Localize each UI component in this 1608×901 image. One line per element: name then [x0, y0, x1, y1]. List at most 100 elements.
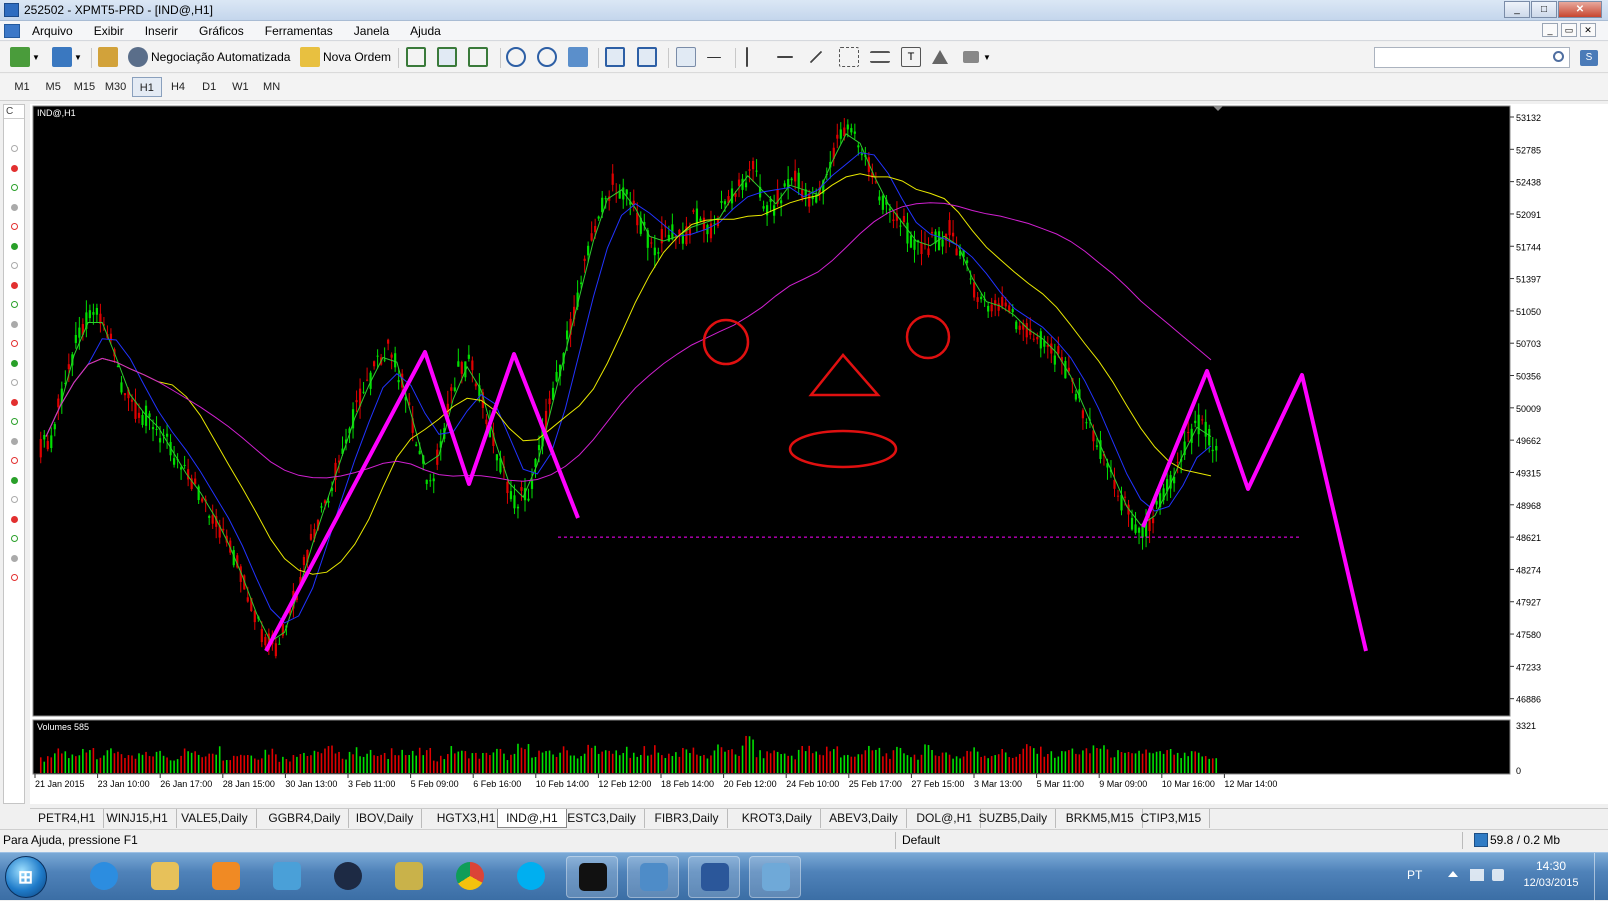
channels-button[interactable] [870, 46, 890, 68]
text-tool-button[interactable]: T [901, 46, 921, 68]
media-player-taskbar-button[interactable] [200, 856, 252, 898]
timeframe-w1[interactable]: W1 [225, 77, 255, 97]
price-chart[interactable]: 53132 52785 52438 52091 51744 51397 51050 50703… [30, 104, 1608, 804]
menu-item-ajuda[interactable]: Ajuda [410, 24, 441, 38]
show-desktop-button[interactable] [1594, 853, 1608, 901]
object-marker[interactable] [11, 554, 18, 562]
timeframe-h1[interactable]: H1 [131, 77, 162, 97]
object-marker[interactable] [11, 262, 18, 269]
bar-chart-button[interactable] [406, 46, 426, 68]
new-chart-button[interactable]: ▼ [10, 46, 40, 68]
menu-item-inserir[interactable]: Inserir [145, 24, 178, 38]
object-marker[interactable] [11, 242, 18, 250]
search-icon[interactable] [1553, 51, 1564, 62]
timeframe-mn[interactable]: MN [257, 77, 287, 97]
mdi-restore-button[interactable]: ▭ [1561, 23, 1577, 37]
close-button[interactable]: ✕ [1558, 1, 1602, 18]
trend-line-button[interactable] [808, 46, 824, 68]
chart-tab[interactable]: ESTC3,Daily [559, 809, 645, 828]
profiles-button[interactable]: ▼ [52, 46, 82, 68]
shapes-button[interactable] [932, 46, 948, 68]
chart-tab[interactable]: CTIP3,M15 [1133, 809, 1211, 828]
chart-shift-button[interactable] [637, 46, 657, 68]
chrome-taskbar-button[interactable] [444, 856, 496, 898]
image-viewer-taskbar-button[interactable] [749, 856, 801, 898]
line-chart-button[interactable] [468, 46, 488, 68]
chart-tab[interactable]: PETR4,H1 [30, 809, 105, 828]
start-button[interactable]: ⊞ [5, 856, 47, 898]
word-taskbar-button[interactable] [688, 856, 740, 898]
object-marker[interactable] [11, 418, 18, 425]
object-marker[interactable] [11, 164, 18, 172]
candlestick-button[interactable] [437, 46, 457, 68]
chart-window[interactable]: 53132 52785 52438 52091 51744 51397 51050 50703… [30, 104, 1608, 804]
timeframe-h4[interactable]: H4 [163, 77, 193, 97]
archive-taskbar-button[interactable] [383, 856, 435, 898]
menu-item-janela[interactable]: Janela [354, 24, 389, 38]
auto-trading-button[interactable]: Negociação Automatizada [128, 46, 290, 68]
menu-item-gráficos[interactable]: Gráficos [199, 24, 244, 38]
object-marker[interactable] [11, 223, 18, 230]
skype-taskbar-button[interactable] [505, 856, 557, 898]
horizontal-line-button[interactable] [777, 46, 793, 68]
clock-time[interactable]: 14:30 [1516, 859, 1586, 873]
auto-scroll-button[interactable] [605, 46, 625, 68]
ie-taskbar-button[interactable] [78, 856, 130, 898]
minimize-button[interactable]: _ [1504, 1, 1530, 18]
chart-tab[interactable]: ABEV3,Daily [821, 809, 907, 828]
menu-item-ferramentas[interactable]: Ferramentas [265, 24, 333, 38]
chart-tab[interactable]: FIBR3,Daily [647, 809, 728, 828]
explorer-taskbar-button[interactable] [139, 856, 191, 898]
object-marker[interactable] [11, 535, 18, 542]
signals-button[interactable]: S [1580, 50, 1598, 66]
object-marker[interactable] [11, 379, 18, 386]
menu-item-arquivo[interactable]: Arquivo [32, 24, 73, 38]
timeframe-m15[interactable]: M15 [69, 77, 99, 97]
timeframe-d1[interactable]: D1 [194, 77, 224, 97]
timeframe-m30[interactable]: M30 [101, 77, 131, 97]
chart-tab[interactable]: WINJ15,H1 [98, 809, 177, 828]
volume-icon[interactable] [1492, 869, 1504, 881]
object-marker[interactable] [11, 320, 18, 328]
zoom-out-button[interactable] [537, 46, 557, 68]
search-input[interactable] [1378, 49, 1548, 67]
crosshair-button[interactable] [707, 46, 721, 68]
show-hidden-icons[interactable] [1448, 871, 1458, 877]
chart-window-icon[interactable] [4, 24, 20, 38]
language-indicator[interactable]: PT [1407, 868, 1422, 882]
object-marker[interactable] [11, 398, 18, 406]
tile-windows-button[interactable] [568, 46, 588, 68]
xp-taskbar-button[interactable] [566, 856, 618, 898]
hp-taskbar-button[interactable] [322, 856, 374, 898]
mdi-minimize-button[interactable]: _ [1542, 23, 1558, 37]
object-marker[interactable] [11, 515, 18, 523]
object-marker[interactable] [11, 574, 18, 581]
chart-tab[interactable]: HGTX3,H1 [429, 809, 505, 828]
object-marker[interactable] [11, 476, 18, 484]
chart-tab[interactable]: SUZB5,Daily [971, 809, 1057, 828]
new-order-button[interactable]: Nova Ordem [300, 46, 391, 68]
object-marker[interactable] [11, 281, 18, 289]
arrows-button[interactable]: ▼ [963, 46, 991, 68]
object-marker[interactable] [11, 145, 18, 152]
app-taskbar-button[interactable] [261, 856, 313, 898]
market-watch-button[interactable] [98, 46, 118, 68]
chart-tab[interactable]: IBOV,Daily [348, 809, 423, 828]
timeframe-m5[interactable]: M5 [38, 77, 68, 97]
object-marker[interactable] [11, 457, 18, 464]
object-marker[interactable] [11, 184, 18, 191]
network-icon[interactable] [1470, 869, 1484, 881]
cursor-button[interactable] [676, 46, 696, 68]
timeframe-m1[interactable]: M1 [7, 77, 37, 97]
search-box[interactable] [1374, 47, 1570, 68]
vertical-line-button[interactable] [746, 46, 748, 68]
chart-tab[interactable]: IND@,H1 [497, 809, 567, 828]
menu-item-exibir[interactable]: Exibir [94, 24, 124, 38]
object-marker[interactable] [11, 340, 18, 347]
object-marker[interactable] [11, 301, 18, 308]
object-marker[interactable] [11, 203, 18, 211]
mdi-close-button[interactable]: ✕ [1580, 23, 1596, 37]
maximize-button[interactable]: □ [1531, 1, 1557, 18]
object-marker[interactable] [11, 359, 18, 367]
chart-tab[interactable]: BRKM5,M15 [1058, 809, 1143, 828]
